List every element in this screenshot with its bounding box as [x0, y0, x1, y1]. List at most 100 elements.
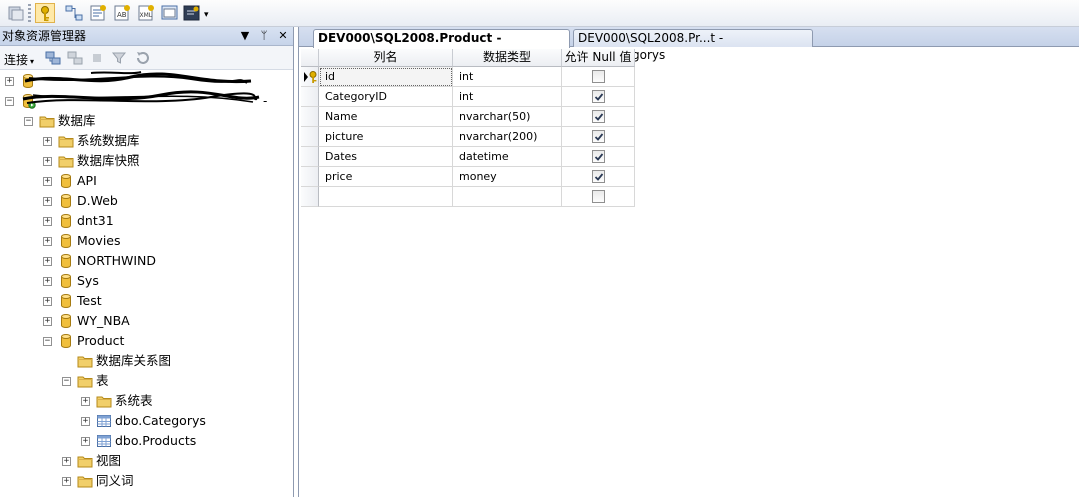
- expand-icon[interactable]: +: [81, 396, 90, 406]
- allow-null-checkbox-checked[interactable]: [591, 90, 605, 103]
- tab-products[interactable]: DEV000\SQL2008.Product - dbo.Products: [313, 29, 570, 62]
- auto-hide-pin-icon[interactable]: ᛘ: [258, 27, 270, 45]
- allow-null-checkbox-unchecked[interactable]: [591, 190, 605, 203]
- data-type-header[interactable]: 数据类型: [453, 49, 562, 67]
- column-name-cell[interactable]: CategoryID: [319, 87, 453, 107]
- data-type-cell[interactable]: money: [453, 167, 562, 187]
- expand-icon[interactable]: +: [43, 276, 52, 286]
- expand-icon[interactable]: +: [43, 296, 52, 306]
- row-selector[interactable]: [301, 107, 319, 127]
- expand-icon[interactable]: +: [43, 156, 52, 166]
- manage-indexes-icon[interactable]: [88, 3, 108, 23]
- expand-icon[interactable]: +: [43, 136, 52, 146]
- data-type-cell[interactable]: nvarchar(50): [453, 107, 562, 127]
- column-name-cell[interactable]: picture: [319, 127, 453, 147]
- data-type-cell[interactable]: int: [453, 67, 562, 87]
- tree-node-systables[interactable]: + 系统表: [81, 391, 153, 411]
- tree-node-sysdb[interactable]: + 系统数据库: [43, 131, 140, 151]
- data-type-cell[interactable]: nvarchar(200): [453, 127, 562, 147]
- allow-null-checkbox-unchecked[interactable]: [591, 70, 605, 83]
- window-position-icon[interactable]: ▼: [239, 27, 251, 45]
- column-row[interactable]: Name nvarchar(50): [301, 107, 635, 127]
- row-selector[interactable]: [301, 67, 319, 87]
- column-row[interactable]: Dates datetime: [301, 147, 635, 167]
- collapse-icon[interactable]: −: [5, 96, 14, 106]
- column-row[interactable]: [301, 187, 635, 207]
- allow-null-checkbox-checked[interactable]: [591, 150, 605, 163]
- column-name-cell[interactable]: Dates: [319, 147, 453, 167]
- tree-node-product[interactable]: − Product: [43, 331, 124, 351]
- primary-key-icon[interactable]: [35, 3, 55, 23]
- column-row[interactable]: price money: [301, 167, 635, 187]
- column-name-cell[interactable]: [319, 187, 453, 207]
- tree-node-views[interactable]: + 视图: [62, 451, 121, 471]
- disconnect-icon[interactable]: [66, 49, 84, 67]
- expand-icon[interactable]: +: [62, 456, 71, 466]
- tree-node-test[interactable]: + Test: [43, 291, 102, 311]
- close-icon[interactable]: ✕: [277, 27, 289, 45]
- xml-index-icon[interactable]: XML: [136, 3, 156, 23]
- tree-node-sys[interactable]: + Sys: [43, 271, 99, 291]
- tree-node-server1[interactable]: +: [5, 71, 252, 91]
- stop-icon[interactable]: [88, 49, 106, 67]
- generate-script-icon[interactable]: [182, 3, 202, 23]
- expand-icon[interactable]: +: [81, 436, 90, 446]
- filter-icon[interactable]: [110, 49, 128, 67]
- toolbar-overflow-icon[interactable]: ▾: [204, 10, 209, 20]
- data-type-cell[interactable]: int: [453, 87, 562, 107]
- column-name-cell[interactable]: Name: [319, 107, 453, 127]
- tree-node-dnt31[interactable]: + dnt31: [43, 211, 114, 231]
- row-selector[interactable]: [301, 87, 319, 107]
- expand-icon[interactable]: +: [43, 176, 52, 186]
- tree-node-server2[interactable]: − -: [5, 90, 267, 111]
- column-row[interactable]: id int: [301, 67, 635, 87]
- expand-icon[interactable]: +: [43, 256, 52, 266]
- row-selector[interactable]: [301, 127, 319, 147]
- expand-icon[interactable]: +: [43, 216, 52, 226]
- data-type-cell[interactable]: datetime: [453, 147, 562, 167]
- tree-node-dweb[interactable]: + D.Web: [43, 191, 118, 211]
- row-selector[interactable]: [301, 187, 319, 207]
- column-row[interactable]: picture nvarchar(200): [301, 127, 635, 147]
- collapse-icon[interactable]: −: [43, 336, 52, 346]
- column-name-cell[interactable]: price: [319, 167, 453, 187]
- tab-categorys[interactable]: DEV000\SQL2008.Pr...t - dbo.Categorys: [573, 29, 813, 62]
- collapse-icon[interactable]: −: [24, 116, 33, 126]
- tree-node-northwind[interactable]: + NORTHWIND: [43, 251, 156, 271]
- expand-icon[interactable]: +: [43, 316, 52, 326]
- column-row[interactable]: CategoryID int: [301, 87, 635, 107]
- refresh-icon[interactable]: [134, 49, 152, 67]
- tree-node-synonyms[interactable]: + 同义词: [62, 471, 134, 491]
- tree-node-snapshots[interactable]: + 数据库快照: [43, 151, 140, 171]
- toolbar-grip[interactable]: [28, 4, 31, 22]
- fulltext-index-icon[interactable]: AB: [112, 3, 132, 23]
- tree-node-products[interactable]: + dbo.Products: [81, 431, 196, 451]
- column-name-cell[interactable]: id: [319, 67, 453, 87]
- connect-button[interactable]: 连接 ▾: [4, 51, 34, 68]
- check-constraints-icon[interactable]: [160, 3, 180, 23]
- allow-null-checkbox-checked[interactable]: [591, 110, 605, 123]
- expand-icon[interactable]: +: [43, 236, 52, 246]
- tree-node-databases[interactable]: − 数据库: [24, 111, 96, 131]
- tree-node-api[interactable]: + API: [43, 171, 97, 191]
- allow-null-header[interactable]: 允许 Null 值: [562, 49, 635, 67]
- collapse-icon[interactable]: −: [62, 376, 71, 386]
- tree-node-categorys[interactable]: + dbo.Categorys: [81, 411, 206, 431]
- row-selector[interactable]: [301, 147, 319, 167]
- relationships-icon[interactable]: [64, 3, 84, 23]
- query-designer-icon[interactable]: [6, 3, 26, 23]
- tree-node-wynba[interactable]: + WY_NBA: [43, 311, 130, 331]
- data-type-cell[interactable]: [453, 187, 562, 207]
- allow-null-checkbox-checked[interactable]: [591, 130, 605, 143]
- expand-icon[interactable]: +: [43, 196, 52, 206]
- tree-node-diagrams[interactable]: 数据库关系图: [62, 351, 171, 371]
- tree-node-movies[interactable]: + Movies: [43, 231, 121, 251]
- allow-null-checkbox-checked[interactable]: [591, 170, 605, 183]
- expand-icon[interactable]: +: [81, 416, 90, 426]
- tree-node-tables[interactable]: − 表: [62, 371, 109, 391]
- column-name-header[interactable]: 列名: [319, 49, 453, 67]
- connect-object-icon[interactable]: [44, 49, 62, 67]
- row-selector[interactable]: [301, 167, 319, 187]
- expand-icon[interactable]: +: [5, 76, 14, 86]
- expand-icon[interactable]: +: [62, 476, 71, 486]
